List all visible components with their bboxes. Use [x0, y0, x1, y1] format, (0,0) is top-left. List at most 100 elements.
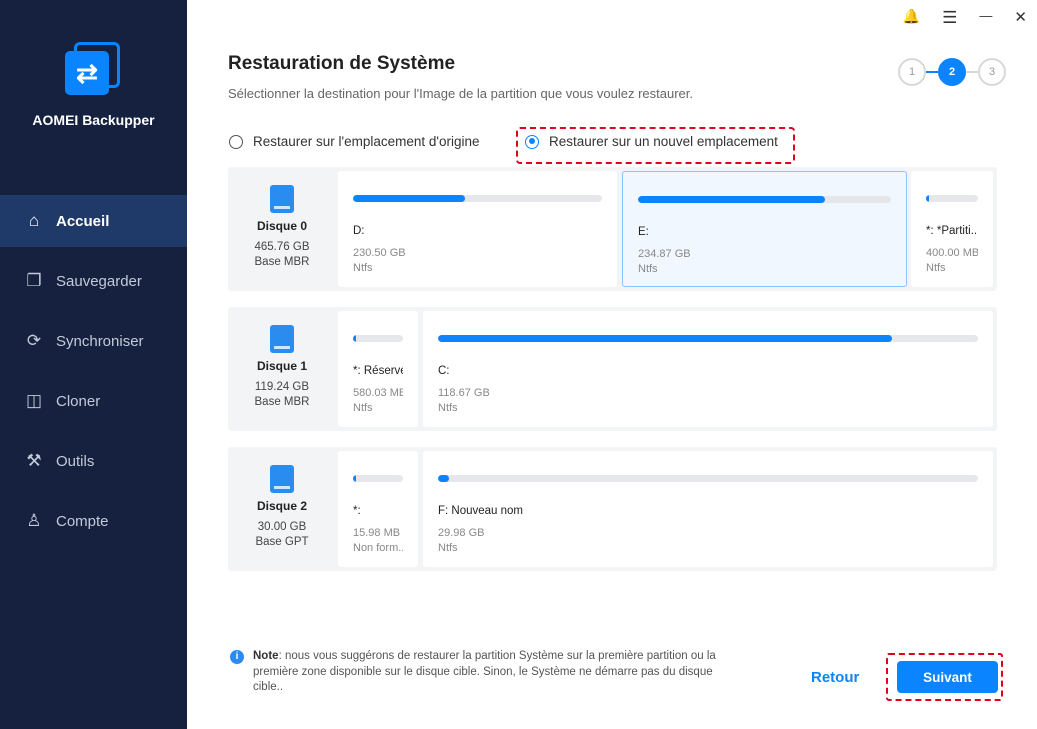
disk-row: Disque 2 30.00 GB Base GPT *: 15.98 MB N…: [228, 447, 997, 571]
partition-size: 15.98 MB: [353, 527, 401, 539]
partition-filesystem: Ntfs: [926, 262, 946, 274]
partition-filesystem: Ntfs: [353, 262, 373, 274]
backup-icon: ❐: [26, 271, 42, 290]
disk-info[interactable]: Disque 2 30.00 GB Base GPT: [228, 447, 336, 571]
sidebar-item-sauvegarder[interactable]: ❐ Sauvegarder: [0, 255, 187, 307]
partition-filesystem: Ntfs: [353, 402, 373, 414]
disk-row: Disque 1 119.24 GB Base MBR *: Réservé..…: [228, 307, 997, 431]
step-1: 1: [898, 58, 926, 86]
sidebar-item-label: Sauvegarder: [56, 272, 142, 290]
disk-icon: [270, 325, 294, 353]
menu-icon[interactable]: ☰: [942, 8, 957, 28]
info-icon: i: [230, 650, 244, 664]
partition-label: *: *Partiti...: [926, 225, 978, 237]
window-controls: 🔔 ☰ — ✕: [903, 8, 1027, 28]
usage-bar: [353, 195, 602, 202]
partition-filesystem: Ntfs: [438, 542, 458, 554]
page-title: Restauration de Système: [228, 53, 456, 74]
usage-fill: [926, 195, 930, 202]
bell-icon[interactable]: 🔔: [903, 8, 920, 28]
disk-type: Base MBR: [254, 256, 310, 268]
sidebar-item-accueil[interactable]: ⌂ Accueil: [0, 195, 187, 247]
account-icon: ♙: [26, 511, 42, 530]
sidebar-item-label: Compte: [56, 512, 109, 530]
disk-type: Base GPT: [255, 536, 309, 548]
disk-row: Disque 0 465.76 GB Base MBR D: 230.50 GB…: [228, 167, 997, 291]
partition-filesystem: Ntfs: [638, 263, 658, 275]
partition-card[interactable]: *: 15.98 MB Non form...: [338, 451, 418, 567]
step-3: 3: [978, 58, 1006, 86]
radio-button[interactable]: [229, 134, 243, 149]
partition-size: 400.00 MB: [926, 247, 978, 259]
note-label: Note: [253, 650, 279, 662]
partition-size: 234.87 GB: [638, 248, 691, 260]
partition-label: E:: [638, 226, 649, 238]
usage-bar: [638, 196, 891, 203]
partition-size: 118.67 GB: [438, 387, 490, 399]
partition-card[interactable]: D: 230.50 GB Ntfs: [338, 171, 617, 287]
partition-card[interactable]: *: Réservé... 580.03 MB Ntfs: [338, 311, 418, 427]
partition-label: *:: [353, 505, 361, 517]
disk-icon: [270, 185, 294, 213]
disk-type: Base MBR: [254, 396, 310, 408]
partition-label: D:: [353, 225, 365, 237]
step-indicator: 1 2 3: [898, 58, 1006, 86]
disk-icon: [270, 465, 294, 493]
aomei-logo-icon: ⇄: [62, 40, 122, 100]
partition-card[interactable]: *: *Partiti... 400.00 MB Ntfs: [911, 171, 993, 287]
usage-bar: [438, 335, 978, 342]
app-name: AOMEI Backupper: [32, 112, 155, 128]
close-icon[interactable]: ✕: [1014, 8, 1027, 28]
disk-size: 119.24 GB: [254, 381, 310, 393]
disk-name: Disque 2: [256, 499, 307, 513]
partition-card[interactable]: E: 234.87 GB Ntfs: [622, 171, 907, 287]
disk-info[interactable]: Disque 1 119.24 GB Base MBR: [228, 307, 336, 431]
partition-filesystem: Ntfs: [438, 402, 458, 414]
usage-fill: [353, 475, 356, 482]
sidebar-item-cloner[interactable]: ◫ Cloner: [0, 375, 187, 427]
partition-label: F: Nouveau nom: [438, 505, 524, 517]
disk-name: Disque 0: [256, 219, 307, 233]
clone-icon: ◫: [25, 391, 43, 410]
partition-size: 29.98 GB: [438, 527, 485, 539]
usage-bar: [926, 195, 978, 202]
partition-card[interactable]: C: 118.67 GB Ntfs: [423, 311, 993, 427]
minimize-icon[interactable]: —: [979, 8, 992, 28]
tools-icon: ⚒: [26, 451, 42, 470]
radio-original-location[interactable]: Restaurer sur l'emplacement d'origine: [229, 134, 480, 149]
partition-card[interactable]: F: Nouveau nom 29.98 GB Ntfs: [423, 451, 993, 567]
usage-bar: [438, 475, 978, 482]
note: i Note: nous vous suggérons de restaurer…: [230, 649, 730, 696]
disk-size: 30.00 GB: [257, 521, 307, 533]
usage-fill: [438, 335, 892, 342]
highlight-box: [886, 653, 1003, 701]
step-2: 2: [938, 58, 966, 86]
partition-label: *: Réservé...: [353, 365, 403, 377]
page-subtitle: Sélectionner la destination pour l'Image…: [228, 86, 693, 101]
partition-label: C:: [438, 365, 450, 377]
highlight-box: [516, 127, 795, 164]
radio-label: Restaurer sur l'emplacement d'origine: [253, 134, 480, 149]
sidebar-item-outils[interactable]: ⚒ Outils: [0, 435, 187, 487]
usage-bar: [353, 335, 403, 342]
sidebar-item-label: Accueil: [56, 212, 110, 230]
back-button[interactable]: Retour: [811, 669, 859, 686]
note-text: : nous vous suggérons de restaurer la pa…: [253, 650, 716, 693]
sidebar-item-label: Outils: [56, 452, 95, 470]
sidebar-item-synchroniser[interactable]: ⟳ Synchroniser: [0, 315, 187, 367]
sidebar: ⇄ AOMEI Backupper ⌂ Accueil ❐ Sauvegarder ⟳ S…: [0, 0, 187, 729]
disk-size: 465.76 GB: [254, 241, 310, 253]
usage-bar: [353, 475, 403, 482]
partition-filesystem: Non form...: [353, 542, 403, 554]
disk-name: Disque 1: [256, 359, 307, 373]
usage-fill: [353, 335, 356, 342]
usage-fill: [353, 195, 466, 202]
partition-size: 230.50 GB: [353, 247, 406, 259]
usage-fill: [638, 196, 826, 203]
sidebar-item-compte[interactable]: ♙ Compte: [0, 495, 187, 547]
disk-info[interactable]: Disque 0 465.76 GB Base MBR: [228, 167, 336, 291]
home-icon: ⌂: [28, 211, 40, 230]
sidebar-item-label: Cloner: [56, 392, 101, 410]
sync-icon: ⟳: [26, 331, 42, 350]
usage-fill: [438, 475, 449, 482]
